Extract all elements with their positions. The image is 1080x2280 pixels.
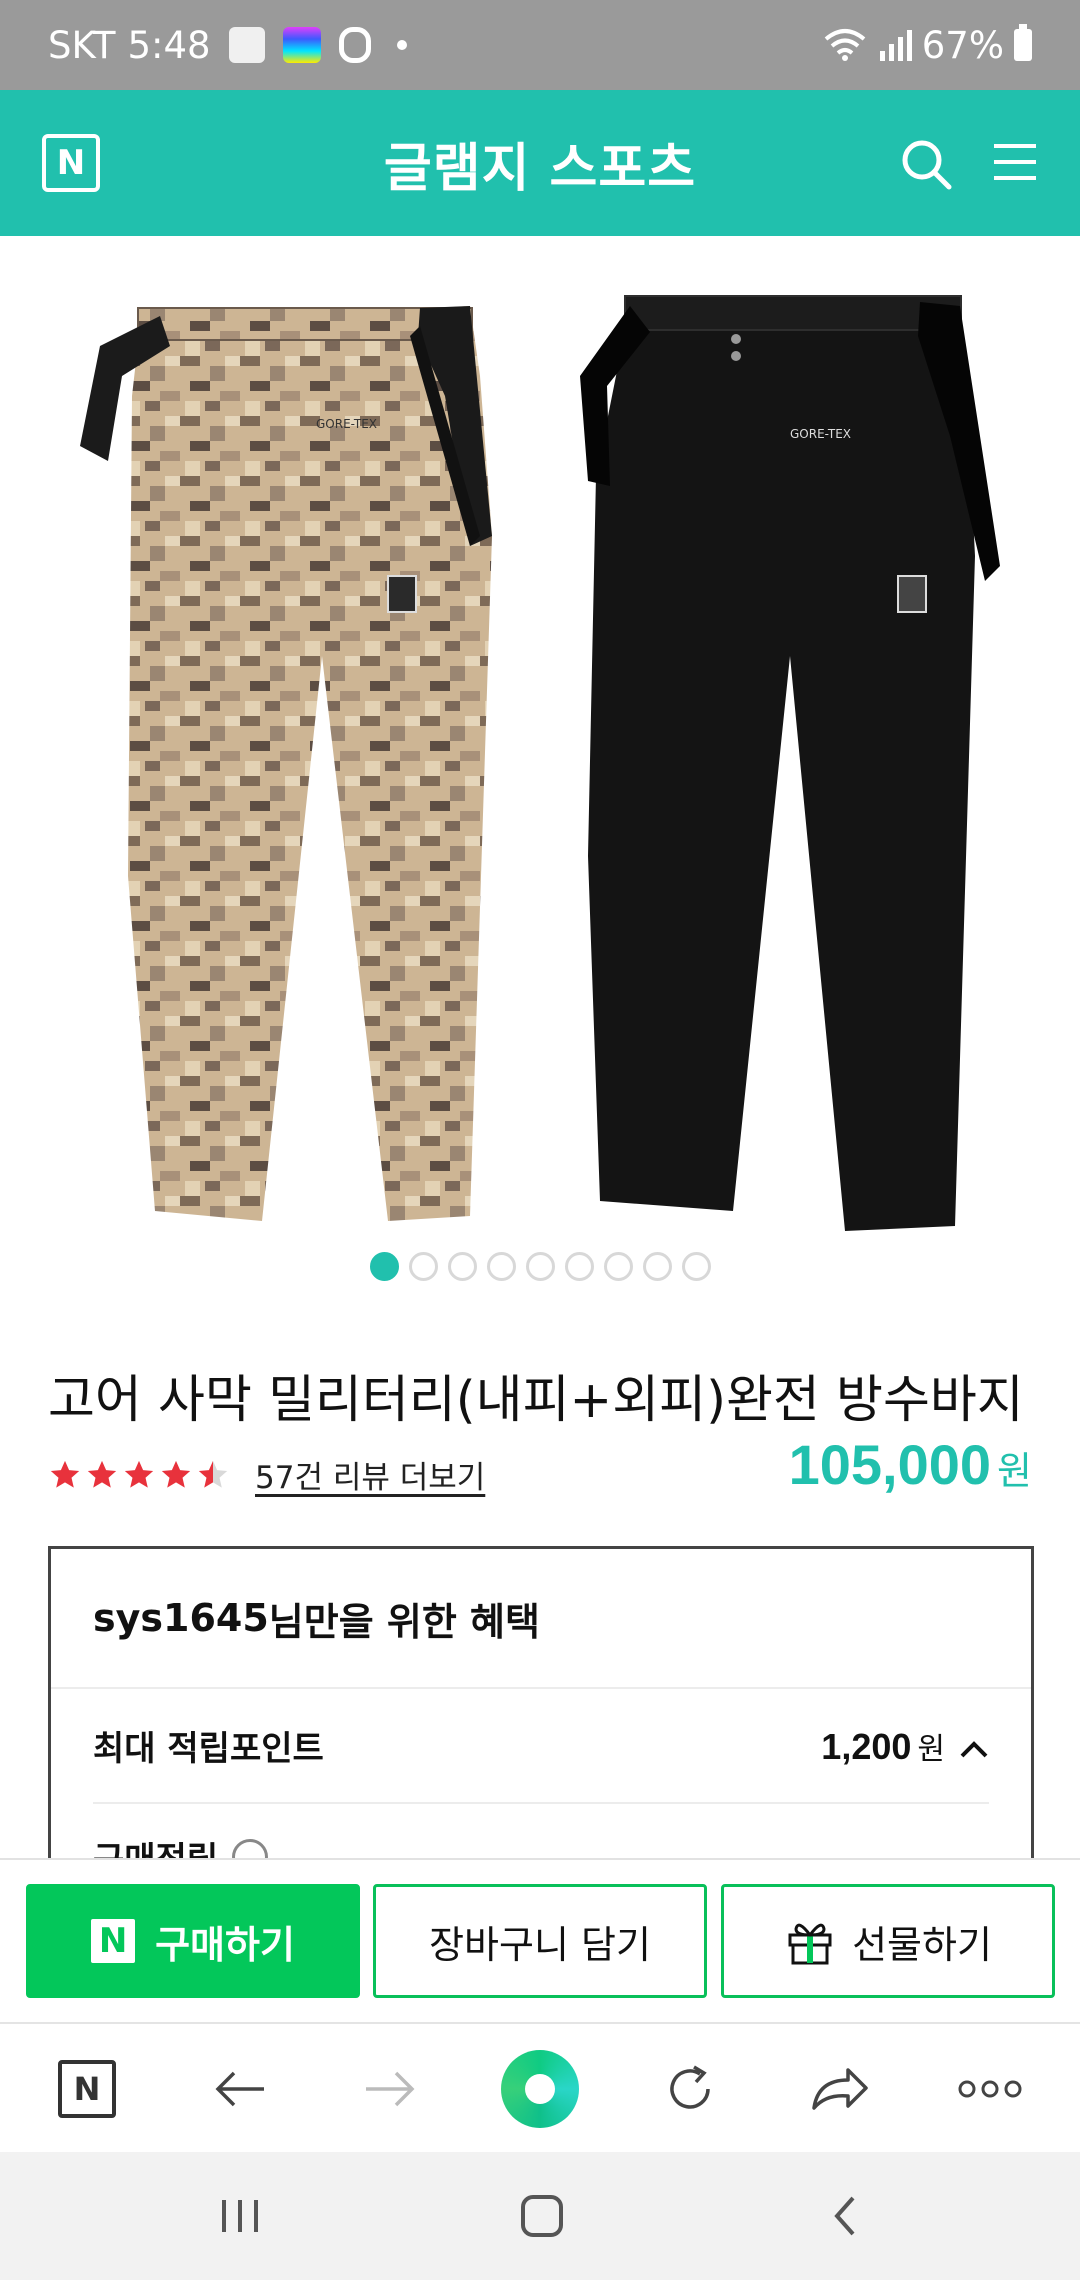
half-star-icon <box>198 1460 228 1488</box>
svg-text:GORE-TEX: GORE-TEX <box>790 427 851 441</box>
buy-button[interactable]: N 구매하기 <box>26 1884 360 1998</box>
carrier-label: SKT <box>48 23 116 67</box>
back-icon[interactable] <box>815 2186 875 2246</box>
pager-dot[interactable] <box>447 1252 477 1281</box>
svg-text:GORE-TEX: GORE-TEX <box>316 417 377 431</box>
star-icon <box>87 1460 117 1488</box>
product-price: 105,000 원 <box>789 1432 1032 1497</box>
notification-app-icon <box>228 27 265 63</box>
share-button[interactable] <box>800 2049 880 2129</box>
refresh-button[interactable] <box>650 2049 730 2129</box>
gift-icon <box>788 1923 832 1965</box>
benefit-title: sys1645 님만을 위한 혜택 <box>51 1549 1031 1689</box>
menu-icon[interactable] <box>992 142 1038 182</box>
green-dot-icon <box>501 2050 579 2128</box>
user-id: sys1645 <box>93 1596 269 1640</box>
forward-button[interactable] <box>350 2049 430 2129</box>
chevron-up-icon[interactable] <box>959 1739 989 1759</box>
buy-label: 구매하기 <box>155 1922 295 1967</box>
gift-label: 선물하기 <box>852 1922 992 1967</box>
gallery-pager[interactable] <box>0 1252 1080 1281</box>
pager-dot[interactable] <box>603 1252 633 1281</box>
store-header: N 글램지 스포츠 <box>0 90 1080 236</box>
system-navigation-bar <box>0 2152 1080 2280</box>
product-name: 고어 사막 밀리터리(내피+외피)완전 방수바지 <box>48 1371 1024 1430</box>
green-dot-button[interactable] <box>500 2049 580 2129</box>
forward-arrow-icon <box>366 2071 415 2107</box>
pager-dot[interactable] <box>564 1252 594 1281</box>
star-icon <box>50 1460 80 1488</box>
star-icon <box>124 1460 154 1488</box>
pager-dot[interactable] <box>486 1252 516 1281</box>
back-button[interactable] <box>200 2049 280 2129</box>
naver-logo-button[interactable]: N <box>42 134 100 192</box>
point-amount: 1,200 <box>821 1725 912 1767</box>
point-value: 1,200 원 <box>821 1724 989 1768</box>
gift-button[interactable]: 선물하기 <box>721 1884 1055 1998</box>
wifi-icon <box>824 29 866 61</box>
add-to-cart-button[interactable]: 장바구니 담기 <box>373 1884 707 1998</box>
benefit-box: sys1645님만을 위한 혜택 최대 적립포인트 1,200 원 구매적립 <box>48 1546 1034 1886</box>
signal-icon <box>879 30 912 61</box>
cart-label: 장바구니 담기 <box>429 1922 651 1967</box>
recent-apps-icon[interactable] <box>210 2186 270 2246</box>
more-notifications-dot <box>396 40 407 50</box>
status-bar: SKT 5:48 67% <box>0 0 1080 90</box>
review-link[interactable]: 57건 리뷰 더보기 <box>255 1452 485 1497</box>
point-row[interactable]: 최대 적립포인트 1,200 원 <box>93 1689 989 1804</box>
equalizer-app-icon <box>282 27 321 63</box>
naver-pay-icon: N <box>91 1919 136 1963</box>
share-icon <box>812 2068 868 2110</box>
home-icon[interactable] <box>512 2186 572 2246</box>
pager-dot[interactable] <box>525 1252 555 1281</box>
naver-home-button[interactable]: N <box>47 2049 127 2129</box>
price-unit: 원 <box>997 1449 1032 1493</box>
pager-dot-active[interactable] <box>369 1252 399 1281</box>
more-button[interactable] <box>950 2049 1030 2129</box>
battery-icon <box>1014 24 1032 61</box>
refresh-icon <box>670 2065 710 2109</box>
pager-dot[interactable] <box>681 1252 711 1281</box>
product-image[interactable]: GORE-TEX GORE-TEX <box>0 236 1080 1246</box>
search-icon[interactable] <box>900 138 952 190</box>
b-app-icon <box>338 27 371 63</box>
star-icon <box>161 1460 191 1488</box>
benefit-title-suffix: 님만을 위한 혜택 <box>268 1599 540 1644</box>
browser-toolbar: N <box>0 2022 1080 2152</box>
naver-home-icon: N <box>58 2060 116 2118</box>
back-arrow-icon <box>215 2071 264 2107</box>
pager-dot[interactable] <box>408 1252 438 1281</box>
point-label: 최대 적립포인트 <box>93 1729 324 1769</box>
more-icon <box>958 2080 1022 2098</box>
point-unit: 원 <box>917 1731 945 1767</box>
clock: 5:48 <box>127 23 211 67</box>
price-value: 105,000 <box>788 1433 992 1496</box>
purchase-action-bar: N 구매하기 장바구니 담기 선물하기 <box>0 1858 1080 2022</box>
product-rating: 57건 리뷰 더보기 <box>48 1452 485 1497</box>
product-image-gallery[interactable]: GORE-TEX GORE-TEX <box>0 236 1080 1276</box>
pager-dot[interactable] <box>642 1252 672 1281</box>
battery-percent: 67% <box>921 23 1004 67</box>
